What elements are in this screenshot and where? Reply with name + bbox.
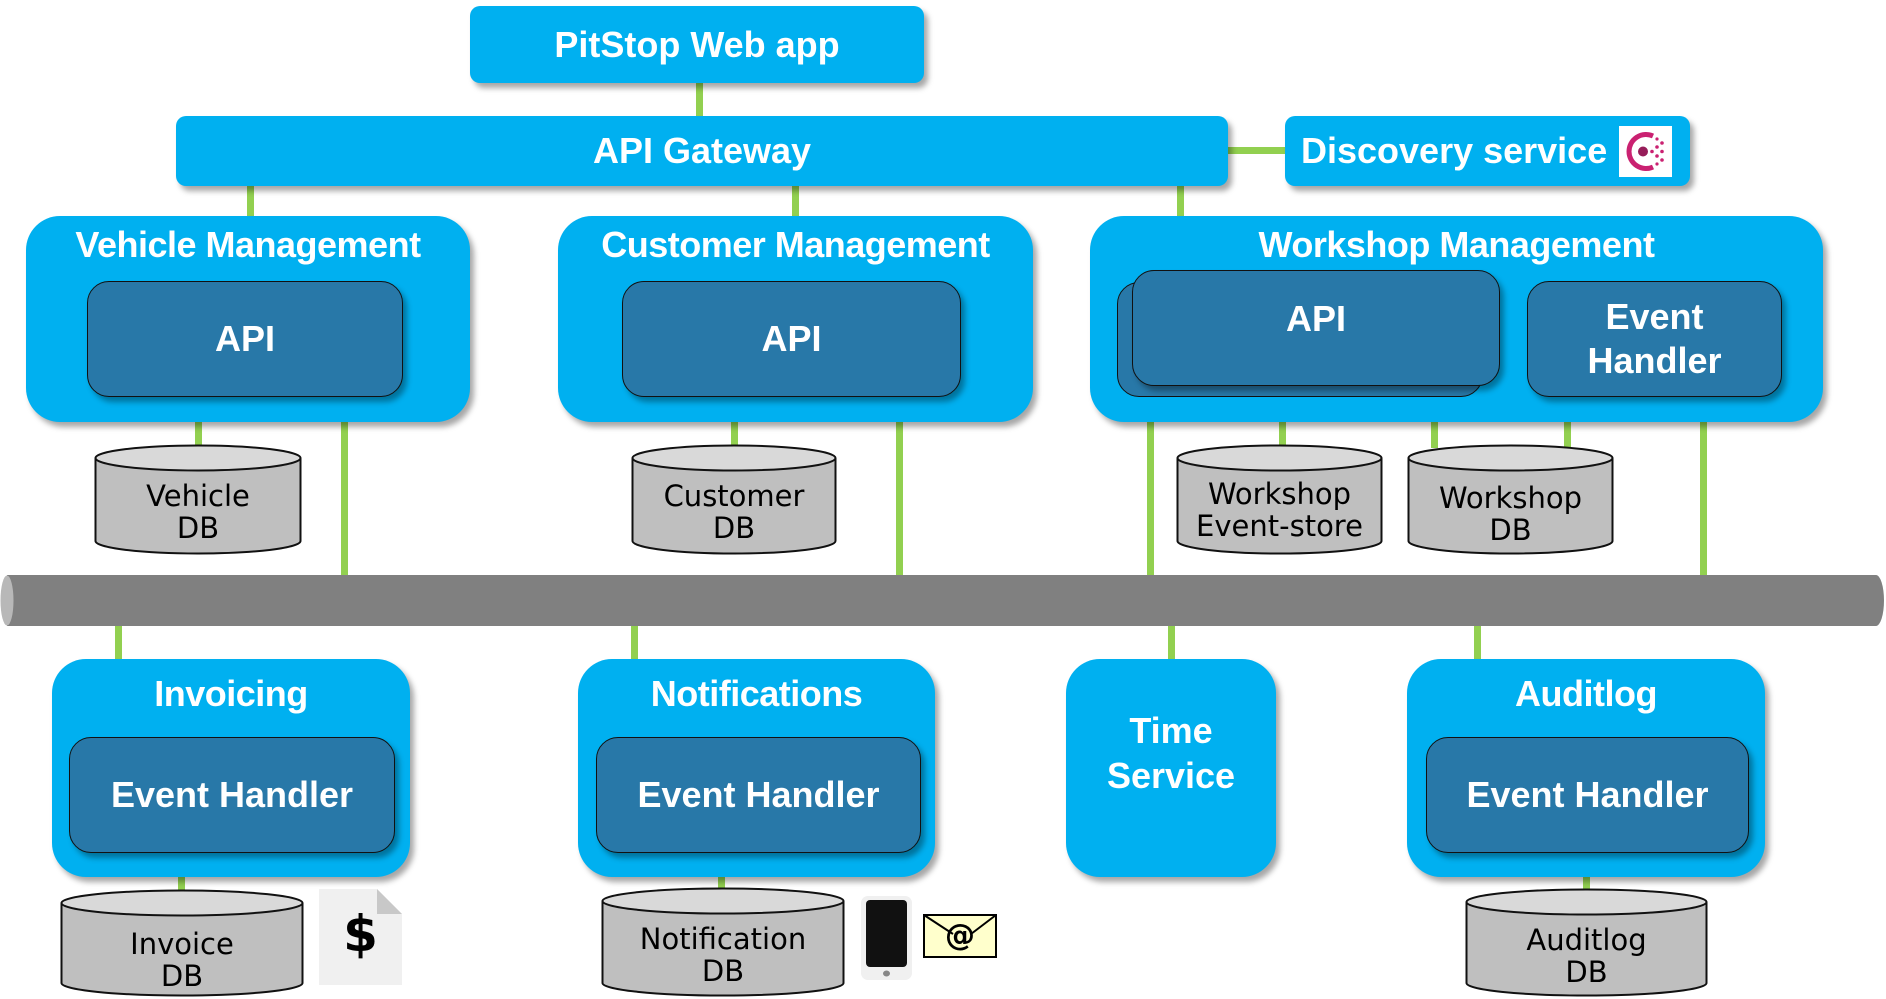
connector-bus-time <box>1168 624 1175 661</box>
workshop-event-handler-line2: Handler <box>1587 340 1722 381</box>
notifications-event-handler[interactable]: Event Handler <box>596 737 921 853</box>
consul-logo-icon <box>1619 126 1672 177</box>
invoicing-title: Invoicing <box>154 673 308 714</box>
workshop-eventstore-line2: Event-store <box>1196 509 1363 543</box>
auditlog-service[interactable]: Auditlog Event Handler <box>1407 659 1765 877</box>
workshop-db-line2: DB <box>1489 513 1532 547</box>
auditlog-title: Auditlog <box>1515 673 1657 714</box>
vehicle-api-label: API <box>214 318 275 359</box>
connector-gateway-discovery <box>1228 147 1286 154</box>
workshop-management-service[interactable]: Workshop Management API Event Handler <box>1090 216 1823 422</box>
invoicing-service[interactable]: Invoicing Event Handler <box>52 659 410 877</box>
time-service[interactable]: Time Service <box>1066 659 1276 877</box>
customer-db[interactable]: Customer DB <box>631 444 837 555</box>
auditlog-event-handler[interactable]: Event Handler <box>1426 737 1749 853</box>
connector-gateway-customer <box>792 186 799 218</box>
workshop-db-line1: Workshop <box>1438 481 1583 515</box>
notifications-event-handler-label: Event Handler <box>637 774 880 815</box>
customer-api-component[interactable]: API <box>622 281 961 397</box>
workshop-api-component[interactable]: API <box>1132 270 1500 386</box>
time-service-line1: Time <box>1129 710 1213 751</box>
email-icon: @ <box>923 914 997 958</box>
discovery-service-label: Discovery service <box>1301 130 1608 171</box>
workshop-event-handler-component[interactable]: Event Handler <box>1527 281 1782 397</box>
notifications-title: Notifications <box>650 673 863 714</box>
connector-gateway-vehicle <box>247 186 254 218</box>
customer-db-line1: Customer <box>663 479 805 513</box>
invoice-db-line2: DB <box>160 959 204 993</box>
workshop-db[interactable]: Workshop DB <box>1407 444 1614 555</box>
workshop-eventstore-line1: Workshop <box>1207 477 1352 511</box>
vehicle-db-line2: DB <box>176 511 220 545</box>
auditlog-db[interactable]: Auditlog DB <box>1465 888 1708 997</box>
customer-management-title: Customer Management <box>601 224 990 265</box>
smartphone-icon <box>861 896 912 980</box>
customer-api-label: API <box>761 318 822 359</box>
auditlog-event-handler-label: Event Handler <box>1466 774 1709 815</box>
workshop-event-handler-line1: Event <box>1605 296 1704 337</box>
invoice-db-line1: Invoice <box>130 927 234 961</box>
invoicing-event-handler-label: Event Handler <box>110 774 354 815</box>
notifications-service[interactable]: Notifications Event Handler <box>578 659 935 877</box>
notification-db[interactable]: Notification DB <box>601 887 845 997</box>
vehicle-management-title: Vehicle Management <box>75 224 421 265</box>
workshop-management-title: Workshop Management <box>1258 224 1655 265</box>
connector-gateway-workshop <box>1177 186 1184 218</box>
customer-db-line2: DB <box>712 511 756 545</box>
vehicle-management-service[interactable]: Vehicle Management API <box>26 216 470 422</box>
discovery-service-box[interactable]: Discovery service <box>1285 116 1690 186</box>
auditlog-db-line1: Auditlog <box>1526 923 1647 957</box>
auditlog-db-line2: DB <box>1565 955 1608 989</box>
vehicle-db[interactable]: Vehicle DB <box>94 444 302 555</box>
architecture-diagram: PitStop Web app API Gateway Discovery se… <box>0 0 1886 999</box>
api-gateway-box[interactable]: API Gateway <box>176 116 1228 186</box>
customer-management-service[interactable]: Customer Management API <box>558 216 1033 422</box>
invoice-db[interactable]: Invoice DB <box>60 889 304 997</box>
time-service-line2: Service <box>1106 755 1236 796</box>
message-bus <box>0 575 1886 626</box>
connector-customer-bus <box>896 420 903 577</box>
invoicing-event-handler[interactable]: Event Handler <box>69 737 395 853</box>
connector-webapp-gateway <box>696 83 703 118</box>
web-app-box[interactable]: PitStop Web app <box>470 6 924 83</box>
invoice-dollar-icon: $ <box>319 889 402 985</box>
notification-db-line1: Notification <box>639 922 807 956</box>
connector-workshop-bus-left <box>1147 420 1154 577</box>
vehicle-db-line1: Vehicle <box>146 479 250 513</box>
web-app-label: PitStop Web app <box>554 23 840 65</box>
notification-db-line2: DB <box>701 954 745 988</box>
workshop-api-label: API <box>1285 298 1346 339</box>
connector-vehicle-bus <box>341 420 348 577</box>
api-gateway-label: API Gateway <box>592 130 812 171</box>
connector-workshop-bus-right <box>1700 420 1707 577</box>
vehicle-api-component[interactable]: API <box>87 281 403 397</box>
workshop-eventstore-db[interactable]: Workshop Event-store <box>1176 444 1383 555</box>
